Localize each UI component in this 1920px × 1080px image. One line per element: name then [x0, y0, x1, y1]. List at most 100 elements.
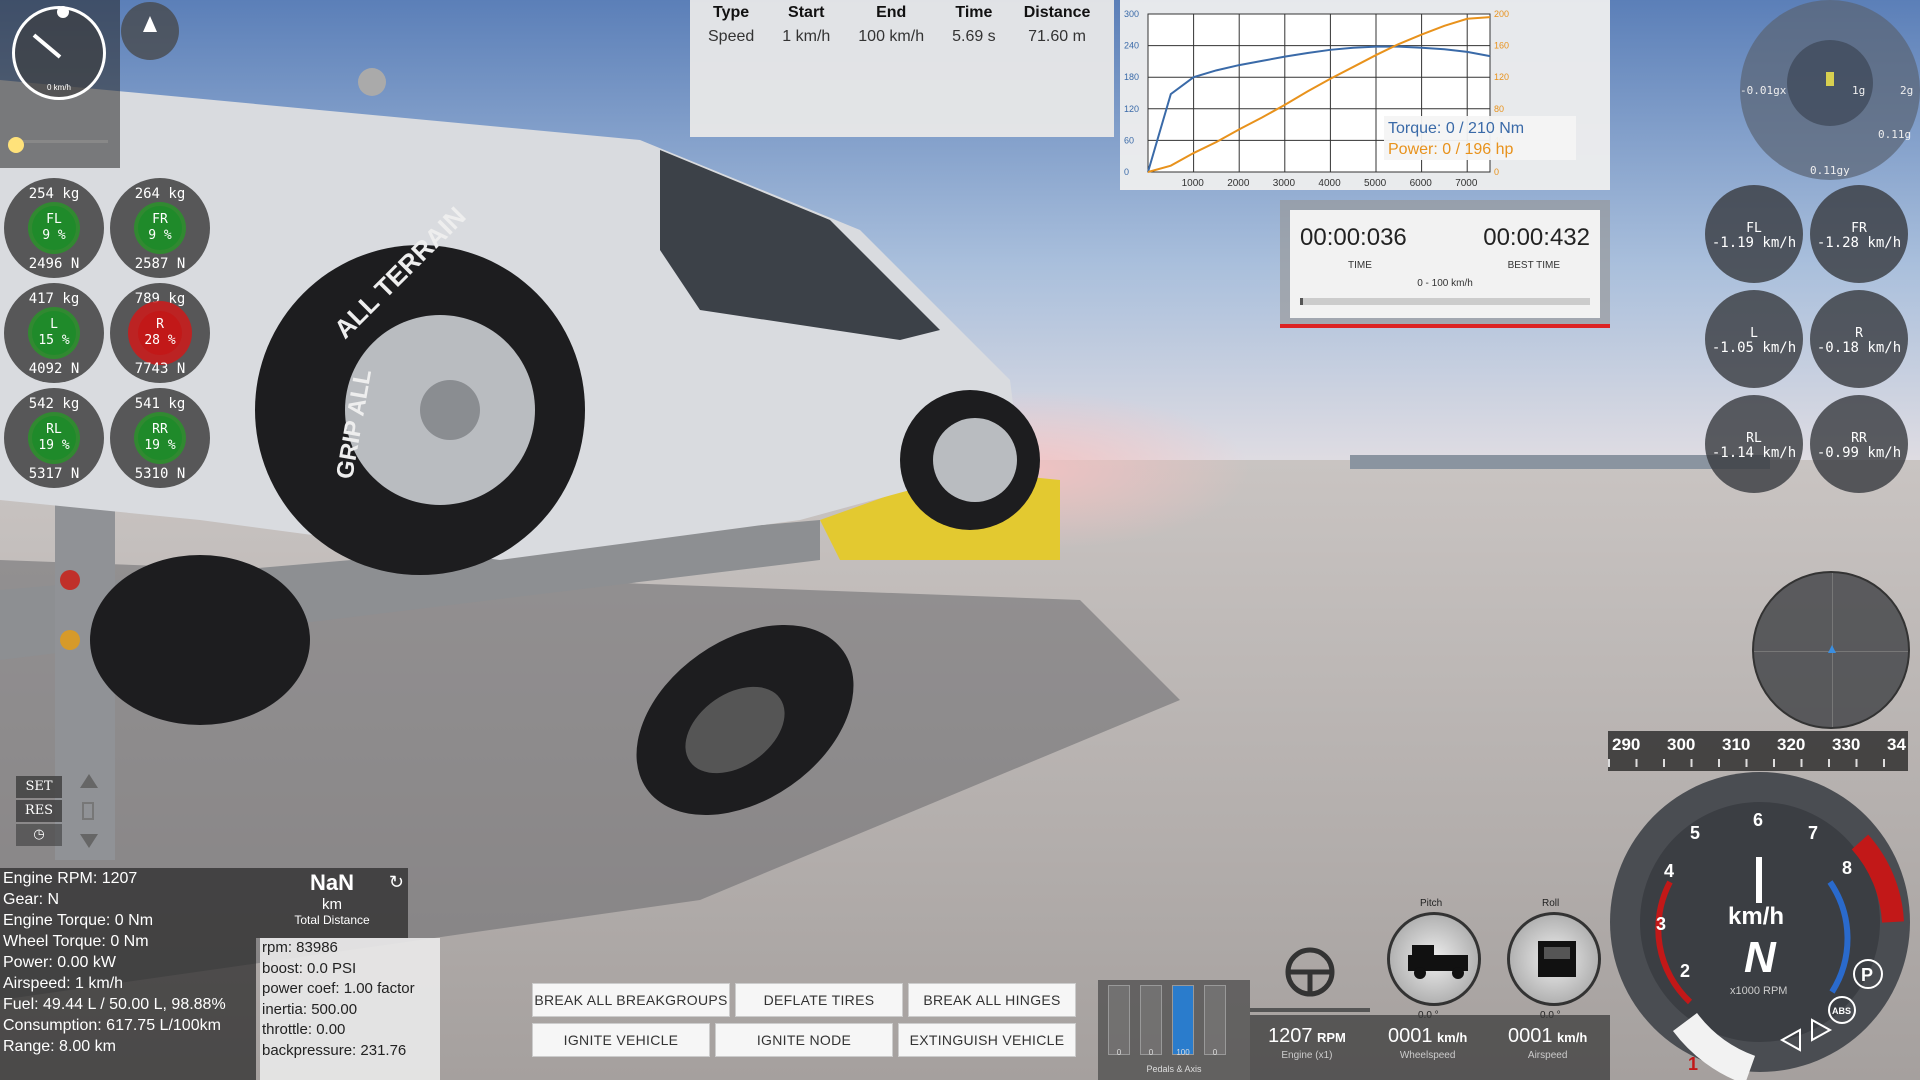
wheel-speed-label: RR	[1851, 431, 1867, 446]
player-marker-icon	[1828, 645, 1836, 653]
y-left-tick-label: 120	[1124, 104, 1139, 114]
wheel-load-core: RL 19 %	[32, 416, 76, 460]
clutch-pedal-bar	[1108, 985, 1130, 1055]
drag-timer-table: Type Start End Time Distance Speed 1 km/…	[690, 0, 1114, 137]
table-header: Distance	[1023, 4, 1091, 21]
wheel-load-rl: 542 kg RL 19 % 5317 N	[4, 388, 104, 488]
gforce-y: 0.11gy	[1810, 164, 1850, 177]
wheel-speed-value: -1.28 km/h	[1816, 235, 1902, 251]
tape-value: 310	[1722, 735, 1751, 754]
wheel-speed-label: FR	[1851, 221, 1867, 236]
lap-progress-fill	[1300, 298, 1303, 305]
pitch-label: Pitch	[1420, 898, 1443, 909]
wheel-load-kg: 254 kg	[28, 186, 80, 202]
wheel-load-newton: 5317 N	[28, 466, 80, 482]
trip-meter: NaN km Total Distance ↻	[256, 868, 408, 938]
cruise-res-button[interactable]: RES	[16, 800, 62, 822]
readout-caption: Wheelspeed	[1399, 1050, 1456, 1061]
pedal-value: 100	[1176, 1048, 1190, 1057]
chart-canvas: 1000 2000 3000 4000 5000 6000 7000060120180240…	[1124, 9, 1576, 189]
table-cell: 5.69 s	[952, 28, 996, 45]
brake-pedal-bar	[1140, 985, 1162, 1055]
wheel-speed-label: L	[1750, 326, 1758, 341]
readout-unit: RPM	[1316, 1030, 1346, 1045]
wheel-load-pct: 19 %	[144, 438, 176, 453]
cruise-speed-icon[interactable]: ◷	[16, 824, 62, 846]
digital-readouts: 1207 RPM Engine (x1) 0001 km/h Wheelspeed …	[1250, 1015, 1610, 1080]
wheel-load-core: FR 9 %	[138, 206, 182, 250]
break-all-hinges-button[interactable]: BREAK ALL HINGES	[908, 983, 1076, 1017]
legend-torque: Torque: 0 / 210 Nm	[1388, 120, 1524, 137]
wheel-load-kg: 264 kg	[134, 186, 186, 202]
reset-trip-icon[interactable]: ↻	[389, 872, 404, 893]
park-brake-label: P	[1861, 965, 1873, 985]
throttle-knob[interactable]	[8, 137, 24, 153]
ignite-vehicle-button[interactable]: IGNITE VEHICLE	[532, 1023, 710, 1057]
wheel-speed-rl: RL -1.14 km/h	[1705, 395, 1803, 493]
gforce-lat: 0.11g	[1878, 128, 1912, 141]
pedal-value: 0	[1212, 1048, 1218, 1057]
wheel-load-label: L	[50, 317, 58, 332]
lap-timer-inner: 00:00:036 00:00:432 TIME BEST TIME 0 - 1…	[1290, 210, 1600, 318]
deflate-tires-button[interactable]: DEFLATE TIRES	[735, 983, 903, 1017]
pedals-display: 0 0 100 0 Pedals & Axis	[1098, 980, 1250, 1080]
wheel-speed-fl: FL -1.19 km/h	[1705, 185, 1803, 283]
wheel-speed-value: -0.18 km/h	[1816, 340, 1902, 356]
wheel-load-rr: 541 kg RR 19 % 5310 N	[110, 388, 210, 488]
cruise-down-icon[interactable]	[80, 834, 98, 848]
tacho-num: 7	[1808, 823, 1818, 843]
rpm-label: x1000 RPM	[1730, 985, 1787, 997]
table-cell: 1 km/h	[782, 28, 831, 45]
wheel-load-r: 789 kg R 28 % 7743 N	[110, 283, 210, 383]
wheel-load-label: R	[156, 317, 164, 332]
readout-caption: Airspeed	[1527, 1050, 1568, 1061]
stat-line: Power: 0.00 kW	[3, 954, 116, 971]
stat-line: Gear: N	[3, 891, 60, 908]
wheel-load-kg: 541 kg	[134, 396, 186, 412]
cruise-up-icon[interactable]	[80, 774, 98, 788]
stat-line: Wheel Torque: 0 Nm	[3, 933, 149, 950]
table-header-row: Type Start End Time Distance	[694, 0, 1104, 24]
wheel-load-pct: 19 %	[38, 438, 70, 453]
torque-power-chart: 1000 2000 3000 4000 5000 6000 7000 0 60 120 180 240…	[1120, 0, 1610, 190]
table-row: Speed 1 km/h 100 km/h 5.69 s 71.60 m	[694, 24, 1104, 50]
gforce-1g: 1g	[1852, 84, 1866, 97]
table-header: End	[876, 4, 907, 21]
wheel-speed-l: L -1.05 km/h	[1705, 290, 1803, 388]
ignite-node-button[interactable]: IGNITE NODE	[715, 1023, 893, 1057]
tacho-unit: km/h	[1728, 903, 1784, 930]
gforce-2g: 2g	[1900, 84, 1914, 97]
turbo-line: power coef: 1.00 factor	[262, 980, 415, 997]
y-right-tick-label: 160	[1494, 41, 1509, 51]
extinguish-vehicle-button[interactable]: EXTINGUISH VEHICLE	[898, 1023, 1076, 1057]
stat-line: Consumption: 617.75 L/100km	[3, 1017, 221, 1034]
y-left-tick-label: 180	[1124, 72, 1139, 82]
roll-label: Roll	[1542, 898, 1560, 909]
wheel-load-newton: 4092 N	[28, 361, 80, 377]
readout-unit: km/h	[1436, 1030, 1468, 1045]
wheelspeed-readout: 0001 km/h Wheelspeed	[1388, 1025, 1467, 1061]
tacho-num: 6	[1753, 810, 1763, 830]
x-tick-label: 4000	[1318, 178, 1341, 189]
wheel-speed-label: FL	[1746, 221, 1762, 236]
tape-value: 34	[1887, 735, 1906, 754]
y-right-tick-label: 120	[1494, 72, 1509, 82]
wheel-speed-value: -0.99 km/h	[1816, 445, 1902, 461]
wheel-speed-label: R	[1855, 326, 1863, 341]
trip-value: NaN	[309, 870, 354, 895]
break-all-breakgroups-button[interactable]: BREAK ALL BREAKGROUPS	[532, 983, 730, 1017]
cruise-toggle-icon[interactable]	[82, 802, 94, 820]
lap-timer: 00:00:036 00:00:432 TIME BEST TIME 0 - 1…	[1280, 200, 1610, 328]
wheel-load-pct: 28 %	[144, 333, 176, 348]
wheel-load-l: 417 kg L 15 % 4092 N	[4, 283, 104, 383]
legend-power: Power: 0 / 196 hp	[1388, 141, 1514, 158]
cruise-set-button[interactable]: SET	[16, 776, 62, 798]
trip-caption: Total Distance	[294, 913, 370, 927]
stat-line: Range: 8.00 km	[3, 1038, 116, 1055]
stat-line: Fuel: 49.44 L / 50.00 L, 98.88%	[3, 996, 226, 1013]
tacho-num: 2	[1680, 961, 1690, 981]
turbo-stats-panel: rpm: 83986 boost: 0.0 PSI power coef: 1.…	[260, 938, 440, 1080]
airspeed-readout: 0001 km/h Airspeed	[1508, 1025, 1587, 1061]
cruise-control: SET RES ◷	[10, 772, 105, 852]
trailer-light-amber	[60, 630, 80, 650]
